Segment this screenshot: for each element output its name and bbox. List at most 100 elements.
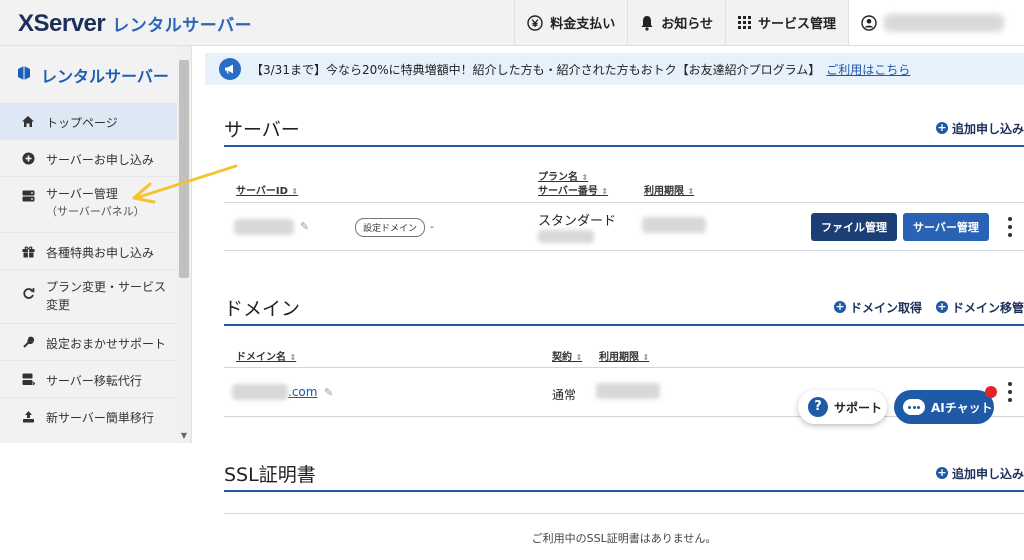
domain-section-header: ドメイン + ドメイン取得 + ドメイン移管 [224,290,1024,326]
sidebar-item-label: 設定おまかせサポート [46,337,167,351]
sidebar-item-label: トップページ [46,116,118,130]
yen-icon [527,14,543,31]
ssl-add-label: 追加申し込み [951,466,1024,481]
col-header-contract[interactable]: 契約 ⇕ [552,351,582,364]
support-label: サポート [834,400,883,415]
server-panel-button[interactable]: サーバー管理 [903,213,989,241]
ssl-section-header: SSL証明書 + 追加申し込み [224,456,1024,492]
sidebar-item-label-group: プラン変更・サービス 変更 [46,278,166,314]
nav-user-account[interactable] [848,0,1024,45]
question-icon: ? [808,397,828,417]
sort-icon: ⇕ [291,187,299,196]
nav-notice[interactable]: お知らせ [627,0,725,45]
domain-acquire-button[interactable]: + ドメイン取得 [833,299,922,316]
nav-payment[interactable]: 料金支払い [514,0,627,45]
sidebar-title[interactable]: レンタルサーバー [0,46,191,104]
home-icon [20,115,36,128]
ssl-section: SSL証明書 + 追加申し込み ご利用中のSSL証明書はありません。 [224,456,1024,556]
sort-icon: ⇕ [687,187,695,196]
col-header-server-id-label: サーバーID [236,186,288,197]
domain-section-title: ドメイン [224,297,301,320]
nav-services-label: サービス管理 [757,17,836,32]
col-header-server-id[interactable]: サーバーID ⇕ [236,185,298,198]
col-header-server-no[interactable]: サーバー番号 ⇕ [538,185,608,198]
ssl-section-actions: + 追加申し込み [922,465,1024,482]
server-section-title: サーバー [224,118,300,141]
refresh-icon [20,287,36,300]
table-divider [224,513,1024,514]
file-manager-button[interactable]: ファイル管理 [811,213,897,241]
pencil-icon[interactable]: ✎ [300,220,309,233]
col-header-domain-expiry-label: 利用期限 [599,352,639,363]
user-name-redacted [884,13,1004,32]
domain-transfer-button[interactable]: + ドメイン移管 [935,299,1024,316]
notification-dot [985,386,997,398]
sort-icon: ⇕ [575,353,583,362]
table-divider [224,250,1024,251]
grid-icon [737,16,751,29]
ssl-add-button[interactable]: + 追加申し込み [935,465,1024,482]
domain-name-value[interactable]: .com [232,384,317,400]
sidebar-item-top-page[interactable]: トップページ [0,104,191,140]
col-header-server-no-label: サーバー番号 [538,186,598,197]
nav-services[interactable]: サービス管理 [724,0,848,45]
redacted-domain-name [232,384,288,400]
domain-expiry-value [596,383,660,403]
col-header-domain-expiry[interactable]: 利用期限 ⇕ [599,351,649,364]
server-no-value [538,228,594,247]
server-add-button[interactable]: + 追加申し込み [935,120,1024,137]
server-panel-label: サーバー管理 [913,221,979,234]
redacted-server-no [538,230,594,243]
bell-icon [640,15,654,31]
wrench-icon [20,336,36,349]
col-header-plan-label: プラン名 [538,172,578,183]
sidebar-title-label: レンタルサーバー [41,66,169,86]
sidebar-item-benefits[interactable]: 各種特典お申し込み [0,233,191,270]
domain-setting-tag[interactable]: 設定ドメイン [355,218,426,237]
sort-icon: ⇕ [642,353,650,362]
announcement-bar: 【3/31まで】今なら20%に特典増額中！紹介した方も・紹介された方もおトク【お… [205,53,1024,85]
domain-row-more-icon[interactable] [1005,382,1015,402]
top-header: XServer レンタルサーバー 料金支払い お知らせ サービス管理 [0,0,1024,46]
sidebar: レンタルサーバー トップページ サーバーお申し込み サーバー管理 （サーバーパネ… [0,46,192,443]
user-circle-icon [861,14,877,31]
sidebar-item-easy-migrate[interactable]: 新サーバー簡単移行 [0,398,191,435]
sidebar-item-label: サーバー移転代行 [46,374,142,388]
sidebar-scrollbar[interactable]: ▼ [177,46,191,443]
ai-chat-float-button[interactable]: AIチャット [894,390,994,424]
xserver-logo[interactable]: XServer レンタルサーバー [18,10,252,37]
sidebar-item-label: 各種特典お申し込み [46,246,155,260]
plan-name-value: スタンダード [538,214,617,229]
redacted-expiry [642,217,706,233]
support-float-button[interactable]: ? サポート [798,390,887,424]
file-manager-label: ファイル管理 [821,221,887,234]
col-header-expiry-label: 利用期限 [644,186,684,197]
col-header-plan[interactable]: プラン名 ⇕ [538,171,588,184]
megaphone-icon [219,58,241,80]
server-section-header: サーバー + 追加申し込み [224,111,1024,147]
announcement-link[interactable]: ご利用はこちら [826,61,910,78]
server-icon [20,190,36,202]
table-divider [224,367,1024,368]
plus-circle-icon [20,152,36,165]
col-header-domain-label: ドメイン名 [236,352,286,363]
sidebar-item-label-line2: 変更 [46,298,71,312]
upload-icon [20,410,36,423]
scroll-down-arrow-icon[interactable]: ▼ [177,431,191,443]
domain-acquire-label: ドメイン取得 [849,300,922,315]
announcement-text: 【3/31まで】今なら20%に特典増額中！紹介した方も・紹介された方もおトク【お… [251,62,821,77]
gift-icon [20,245,36,258]
sidebar-item-label: プラン変更・サービス [46,280,167,294]
sidebar-item-plan-change[interactable]: プラン変更・サービス 変更 [0,270,191,324]
redacted-domain-expiry [596,383,660,399]
plus-circle-icon: + [833,300,846,313]
logo-main-text: XServer [18,10,106,37]
col-header-domain[interactable]: ドメイン名 ⇕ [236,351,296,364]
sidebar-item-setup-support[interactable]: 設定おまかせサポート [0,324,191,361]
domain-suffix: .com [288,385,318,399]
table-divider [224,202,1024,203]
sidebar-item-server-move[interactable]: サーバー移転代行 [0,361,191,398]
col-header-expiry[interactable]: 利用期限 ⇕ [644,185,694,198]
pencil-icon[interactable]: ✎ [324,386,333,399]
server-row-more-icon[interactable] [1005,217,1015,237]
